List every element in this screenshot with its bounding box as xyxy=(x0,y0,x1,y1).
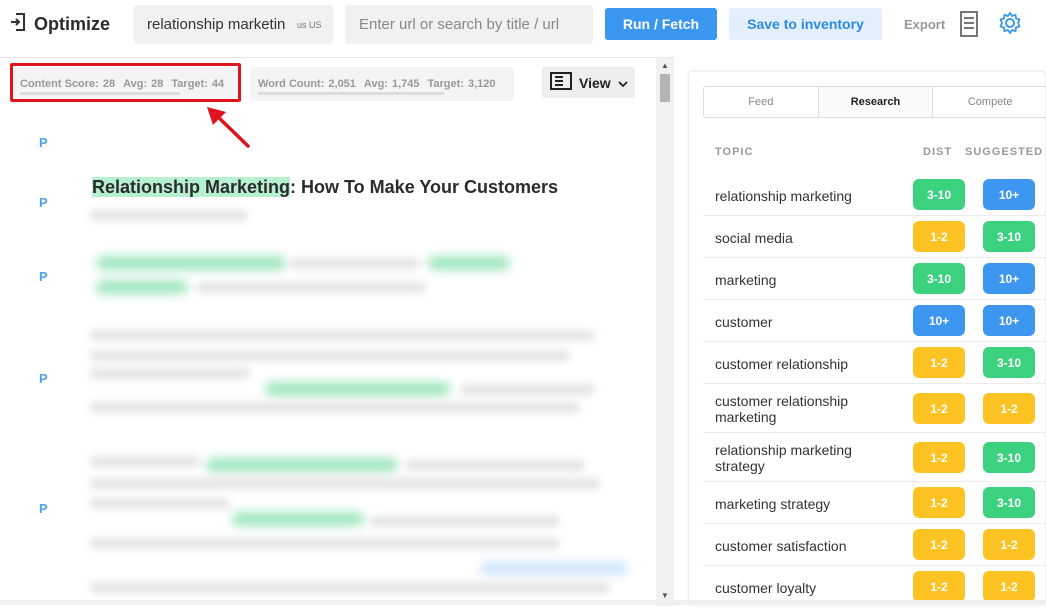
dist-badge: 3-10 xyxy=(913,179,965,210)
topic-name: marketing xyxy=(715,272,777,288)
app-title: Optimize xyxy=(34,14,111,34)
word-count-label: Word Count: xyxy=(258,78,325,90)
annotation-highlight-box xyxy=(10,63,241,102)
dist-column-header[interactable]: DIST xyxy=(923,146,952,158)
suggested-badge: 10+ xyxy=(983,179,1035,210)
scroll-thumb[interactable] xyxy=(660,74,670,102)
dist-badge: 1-2 xyxy=(913,393,965,424)
brand: Optimize xyxy=(10,12,110,37)
table-row[interactable]: social media 1-2 3-10 xyxy=(703,216,1046,258)
tab-compete[interactable]: Compete xyxy=(933,87,1046,117)
locale-selector[interactable]: us US xyxy=(297,20,322,30)
paragraph-marker[interactable]: P xyxy=(39,195,48,210)
topic-name: marketing strategy xyxy=(715,496,831,512)
dist-badge: 1-2 xyxy=(913,221,965,252)
table-row[interactable]: customer relationship 1-2 3-10 xyxy=(703,342,1046,384)
scroll-up-arrow-icon[interactable]: ▲ xyxy=(661,61,669,70)
topic-name: customer loyalty xyxy=(715,580,817,596)
paragraph-marker[interactable]: P xyxy=(39,135,48,150)
title-text: : How To Make Your Customers xyxy=(290,177,559,197)
table-row[interactable]: customer 10+ 10+ xyxy=(703,300,1046,342)
dist-badge: 1-2 xyxy=(913,347,965,378)
horizontal-scrollbar[interactable] xyxy=(0,600,1046,605)
table-row[interactable]: relationship marketing 3-10 10+ xyxy=(703,174,1046,216)
word-target-label: Target: xyxy=(427,78,464,90)
export-button[interactable]: Export xyxy=(904,17,945,32)
tab-research[interactable]: Research xyxy=(818,87,934,117)
suggested-badge: 3-10 xyxy=(983,487,1035,518)
suggested-badge: 3-10 xyxy=(983,442,1035,473)
word-count-chip: Word Count: 2,051 Avg: 1,745 Target: 3,1… xyxy=(250,67,514,101)
top-bar: Optimize relationship marketing us US En… xyxy=(0,0,1046,50)
word-avg-value: 1,745 xyxy=(391,78,420,90)
url-search-placeholder: Enter url or search by title / url xyxy=(359,16,560,33)
dist-badge: 1-2 xyxy=(913,487,965,518)
table-row[interactable]: relationship marketing strategy 1-2 3-10 xyxy=(703,433,1046,482)
table-row[interactable]: marketing 3-10 10+ xyxy=(703,258,1046,300)
word-count-value: 2,051 xyxy=(328,78,356,90)
view-menu-button[interactable]: View xyxy=(542,67,635,98)
table-row[interactable]: marketing strategy 1-2 3-10 xyxy=(703,482,1046,524)
table-row[interactable]: customer satisfaction 1-2 1-2 xyxy=(703,524,1046,566)
url-search-input[interactable]: Enter url or search by title / url xyxy=(345,5,593,44)
keyword-value[interactable]: relationship marketing xyxy=(147,16,285,33)
suggested-badge: 10+ xyxy=(983,305,1035,336)
topic-name: social media xyxy=(715,230,793,246)
suggested-badge: 3-10 xyxy=(983,347,1035,378)
sidebar-toggle-icon[interactable] xyxy=(10,12,26,37)
dist-badge: 3-10 xyxy=(913,263,965,294)
gear-icon[interactable] xyxy=(999,12,1021,39)
keyword-highlight: Relationship Marketing xyxy=(92,177,291,197)
editor-scrollbar[interactable]: ▲ ▼ xyxy=(656,58,674,606)
annotation-arrow-icon xyxy=(207,107,250,148)
scroll-down-arrow-icon[interactable]: ▼ xyxy=(661,591,669,600)
topic-name: relationship marketing xyxy=(715,188,852,204)
topic-name: customer xyxy=(715,314,773,330)
paragraph-marker[interactable]: P xyxy=(39,371,48,386)
tab-feed[interactable]: Feed xyxy=(704,87,819,117)
editor-pane: Content Score: 28 Avg: 28 Target: 44 Wor… xyxy=(0,57,674,606)
topic-name: customer relationship xyxy=(715,356,849,372)
suggested-badge: 10+ xyxy=(983,263,1035,294)
word-count-bar xyxy=(258,92,444,95)
document-title[interactable]: Relationship Marketing: How To Make Your… xyxy=(92,177,558,198)
document-icon[interactable] xyxy=(960,11,978,42)
word-target-value: 3,120 xyxy=(467,78,496,90)
view-label: View xyxy=(579,74,611,91)
dist-badge: 10+ xyxy=(913,305,965,336)
suggested-badge: 1-2 xyxy=(983,393,1035,424)
dist-badge: 1-2 xyxy=(913,571,965,602)
chevron-down-icon xyxy=(618,75,628,91)
view-layout-icon xyxy=(550,72,572,93)
run-fetch-button[interactable]: Run / Fetch xyxy=(605,8,717,40)
topic-name: customer relationship marketing xyxy=(715,393,849,425)
topic-name: relationship marketing strategy xyxy=(715,442,852,474)
word-avg-label: Avg: xyxy=(363,78,388,90)
suggested-badge: 1-2 xyxy=(983,571,1035,602)
table-row[interactable]: customer relationship marketing 1-2 1-2 xyxy=(703,384,1046,433)
topic-name: customer satisfaction xyxy=(715,538,847,554)
dist-badge: 1-2 xyxy=(913,529,965,560)
topic-column-header[interactable]: TOPIC xyxy=(715,146,753,158)
research-panel: Feed Research Compete TOPIC DIST SUGGEST… xyxy=(688,71,1046,605)
panel-tabs: Feed Research Compete xyxy=(703,86,1046,118)
keyword-input[interactable]: relationship marketing us US xyxy=(133,5,333,44)
save-to-inventory-button[interactable]: Save to inventory xyxy=(729,8,882,40)
dist-badge: 1-2 xyxy=(913,442,965,473)
paragraph-marker[interactable]: P xyxy=(39,269,48,284)
suggested-column-header[interactable]: SUGGESTED xyxy=(965,146,1043,158)
paragraph-marker[interactable]: P xyxy=(39,501,48,516)
suggested-badge: 1-2 xyxy=(983,529,1035,560)
suggested-badge: 3-10 xyxy=(983,221,1035,252)
